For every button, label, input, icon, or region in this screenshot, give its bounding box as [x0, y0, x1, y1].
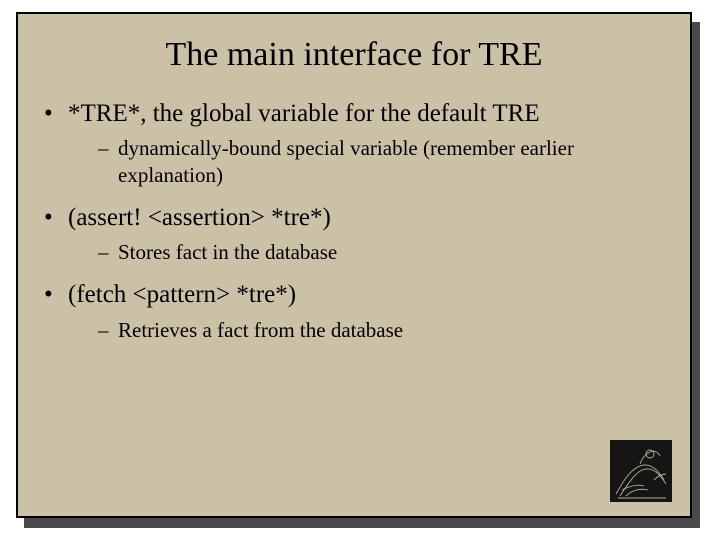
- list-item: dynamically-bound special variable (reme…: [98, 135, 664, 188]
- sub-bullet-text: Stores fact in the database: [118, 240, 337, 264]
- sub-bullet-text: Retrieves a fact from the database: [118, 318, 403, 342]
- list-item: Stores fact in the database: [98, 239, 664, 265]
- slide-title: The main interface for TRE: [38, 36, 670, 74]
- slide-body: The main interface for TRE *TRE*, the gl…: [16, 12, 692, 518]
- list-item: *TRE*, the global variable for the defau…: [44, 98, 664, 188]
- list-item: (fetch <pattern> *tre*) Retrieves a fact…: [44, 279, 664, 343]
- sub-bullet-text: dynamically-bound special variable (reme…: [118, 136, 574, 186]
- list-item: Retrieves a fact from the database: [98, 317, 664, 343]
- slide-stage: The main interface for TRE *TRE*, the gl…: [0, 0, 720, 540]
- bullet-text: *TRE*, the global variable for the defau…: [68, 100, 540, 127]
- sub-list: dynamically-bound special variable (reme…: [68, 135, 664, 188]
- bullet-list: *TRE*, the global variable for the defau…: [44, 98, 664, 343]
- sub-list: Retrieves a fact from the database: [68, 317, 664, 343]
- bullet-text: (assert! <assertion> *tre*): [68, 204, 331, 231]
- corner-emblem-icon: [610, 440, 672, 502]
- bullet-text: (fetch <pattern> *tre*): [68, 281, 296, 308]
- sub-list: Stores fact in the database: [68, 239, 664, 265]
- list-item: (assert! <assertion> *tre*) Stores fact …: [44, 202, 664, 266]
